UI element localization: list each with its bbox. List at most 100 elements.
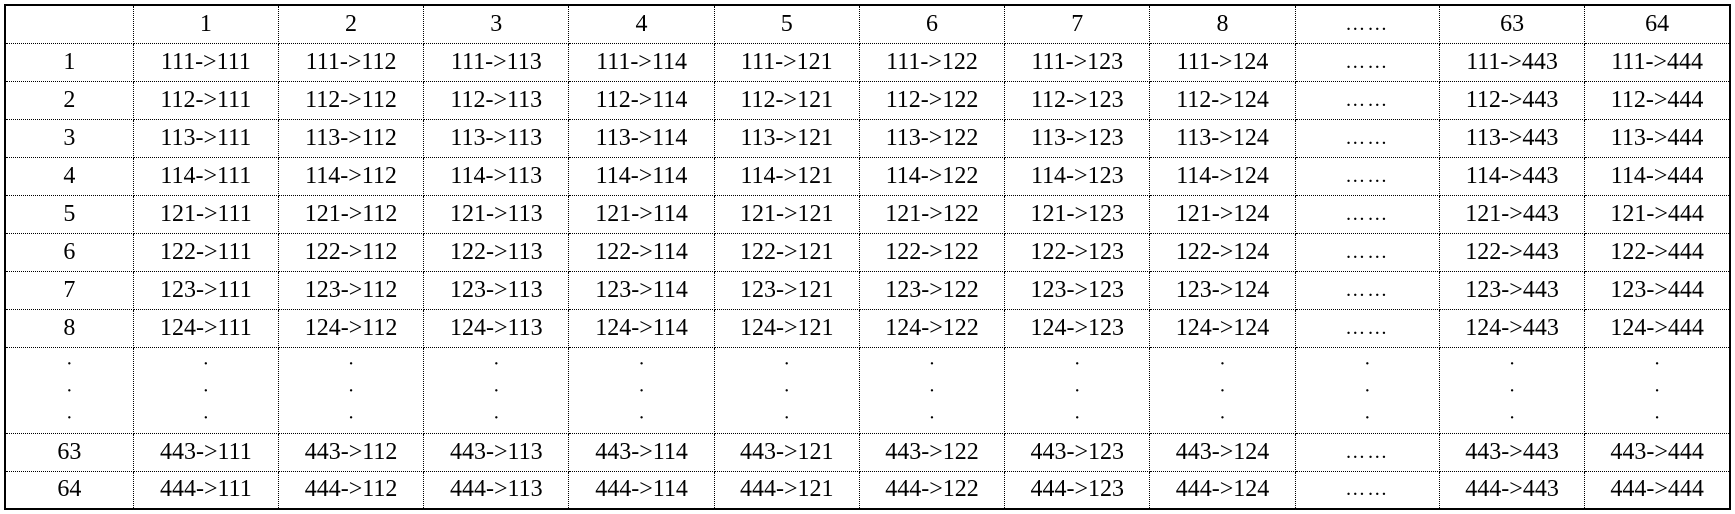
data-cell: 124->122 [859, 309, 1004, 347]
data-cell: 122->114 [569, 233, 714, 271]
col-header: 3 [424, 5, 569, 43]
row-header: 8 [5, 309, 133, 347]
data-cell: 112->114 [569, 81, 714, 119]
col-header: 8 [1150, 5, 1295, 43]
data-cell: 122->123 [1005, 233, 1150, 271]
data-cell: 122->113 [424, 233, 569, 271]
data-cell: 121->114 [569, 195, 714, 233]
data-cell: 123->444 [1585, 271, 1730, 309]
row-header: 64 [5, 471, 133, 509]
data-cell: 444->112 [278, 471, 423, 509]
data-cell: 444->443 [1439, 471, 1584, 509]
data-cell: 124->112 [278, 309, 423, 347]
data-cell: 444->123 [1005, 471, 1150, 509]
table-row: 5121->111121->112121->113121->114121->12… [5, 195, 1730, 233]
data-cell: 443->124 [1150, 433, 1295, 471]
data-cell: 444->122 [859, 471, 1004, 509]
col-header: 7 [1005, 5, 1150, 43]
data-cell: 111->113 [424, 43, 569, 81]
row-header: 4 [5, 157, 133, 195]
data-cell: 113->124 [1150, 119, 1295, 157]
data-cell: 124->123 [1005, 309, 1150, 347]
table-row: 4114->111114->112114->113114->114114->12… [5, 157, 1730, 195]
data-cell: 113->113 [424, 119, 569, 157]
data-cell: 443->122 [859, 433, 1004, 471]
data-cell: 123->113 [424, 271, 569, 309]
data-cell: 444->121 [714, 471, 859, 509]
data-cell: 112->444 [1585, 81, 1730, 119]
data-cell: 123->121 [714, 271, 859, 309]
data-cell: 444->111 [133, 471, 278, 509]
data-cell: 112->123 [1005, 81, 1150, 119]
table-row: 2112->111112->112112->113112->114112->12… [5, 81, 1730, 119]
ellipsis-row: ···································· [5, 347, 1730, 433]
col-header: 63 [1439, 5, 1584, 43]
data-cell: 121->124 [1150, 195, 1295, 233]
data-cell: 122->122 [859, 233, 1004, 271]
ellipsis-cell: …… [1295, 195, 1439, 233]
table-row: 64444->111444->112444->113444->114444->1… [5, 471, 1730, 509]
data-cell: 121->444 [1585, 195, 1730, 233]
vdots-cell: ··· [1295, 347, 1439, 433]
data-cell: 121->123 [1005, 195, 1150, 233]
data-cell: 122->121 [714, 233, 859, 271]
data-cell: 443->112 [278, 433, 423, 471]
data-cell: 443->121 [714, 433, 859, 471]
data-cell: 111->111 [133, 43, 278, 81]
data-cell: 114->121 [714, 157, 859, 195]
vdots-cell: ··· [1150, 347, 1295, 433]
data-cell: 121->121 [714, 195, 859, 233]
data-cell: 123->114 [569, 271, 714, 309]
data-cell: 113->121 [714, 119, 859, 157]
data-cell: 111->114 [569, 43, 714, 81]
data-cell: 122->443 [1439, 233, 1584, 271]
col-header: 64 [1585, 5, 1730, 43]
vdots-cell: ··· [1439, 347, 1584, 433]
row-header: 63 [5, 433, 133, 471]
data-cell: 112->124 [1150, 81, 1295, 119]
ellipsis-cell: …… [1295, 271, 1439, 309]
col-header: 5 [714, 5, 859, 43]
data-cell: 113->444 [1585, 119, 1730, 157]
col-header: 1 [133, 5, 278, 43]
table-row: 1111->111111->112111->113111->114111->12… [5, 43, 1730, 81]
vdots-cell: ··· [859, 347, 1004, 433]
data-cell: 114->112 [278, 157, 423, 195]
data-cell: 114->111 [133, 157, 278, 195]
data-cell: 111->121 [714, 43, 859, 81]
data-cell: 114->122 [859, 157, 1004, 195]
vdots-cell: ··· [133, 347, 278, 433]
data-cell: 111->124 [1150, 43, 1295, 81]
data-cell: 443->444 [1585, 433, 1730, 471]
data-cell: 444->444 [1585, 471, 1730, 509]
data-cell: 443->123 [1005, 433, 1150, 471]
data-cell: 444->113 [424, 471, 569, 509]
ellipsis-cell: …… [1295, 309, 1439, 347]
vdots-cell: ··· [1585, 347, 1730, 433]
data-cell: 111->112 [278, 43, 423, 81]
data-cell: 122->112 [278, 233, 423, 271]
vdots-cell: ··· [5, 347, 133, 433]
data-cell: 122->124 [1150, 233, 1295, 271]
data-cell: 112->122 [859, 81, 1004, 119]
data-cell: 124->111 [133, 309, 278, 347]
ellipsis-cell: …… [1295, 43, 1439, 81]
vdots-cell: ··· [1005, 347, 1150, 433]
ellipsis-cell: …… [1295, 471, 1439, 509]
transition-table: 1 2 3 4 5 6 7 8 …… 63 64 1111->111111->1… [4, 4, 1731, 510]
vdots-cell: ··· [569, 347, 714, 433]
data-cell: 113->443 [1439, 119, 1584, 157]
data-cell: 123->112 [278, 271, 423, 309]
data-cell: 111->443 [1439, 43, 1584, 81]
table-row: 6122->111122->112122->113122->114122->12… [5, 233, 1730, 271]
data-cell: 124->444 [1585, 309, 1730, 347]
row-header: 7 [5, 271, 133, 309]
data-cell: 111->444 [1585, 43, 1730, 81]
row-header: 3 [5, 119, 133, 157]
data-cell: 112->112 [278, 81, 423, 119]
data-cell: 112->111 [133, 81, 278, 119]
ellipsis-cell: …… [1295, 81, 1439, 119]
data-cell: 122->111 [133, 233, 278, 271]
vdots-cell: ··· [278, 347, 423, 433]
col-header: 6 [859, 5, 1004, 43]
